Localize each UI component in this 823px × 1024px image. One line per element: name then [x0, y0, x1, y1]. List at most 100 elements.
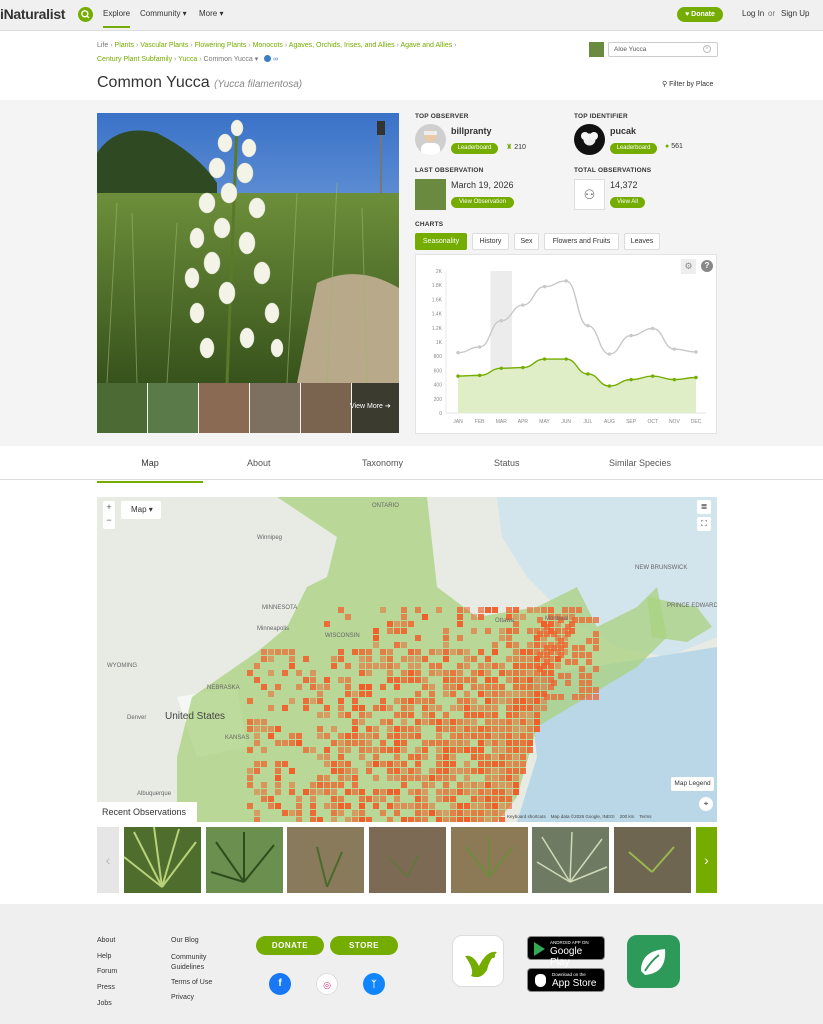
observation-cell — [478, 726, 484, 732]
top-observer-name[interactable]: billpranty — [451, 126, 492, 136]
crumb-monocots[interactable]: Monocots — [253, 42, 283, 49]
observation-cell — [492, 810, 498, 816]
recent-obs-7[interactable] — [614, 827, 691, 893]
observation-cell — [506, 698, 512, 704]
carousel-next-button[interactable]: › — [696, 827, 717, 893]
filter-by-place[interactable]: ⚲ Filter by Place — [662, 80, 713, 88]
observation-cell — [275, 789, 281, 795]
tab-seasonality[interactable]: Seasonality — [415, 233, 467, 250]
observation-cell — [352, 719, 358, 725]
search-icon[interactable] — [78, 7, 93, 22]
facebook-icon[interactable]: f — [269, 973, 291, 995]
observation-map[interactable]: Winnipeg Minneapolis Denver United State… — [97, 497, 717, 822]
observation-cell — [464, 719, 470, 725]
link-icon[interactable]: ∞ — [273, 56, 278, 63]
footer-guidelines[interactable]: Community Guidelines — [171, 953, 221, 973]
info-circle-icon[interactable] — [264, 55, 272, 62]
donate-button[interactable]: ♥ Donate — [677, 7, 723, 22]
recent-obs-1[interactable] — [124, 827, 201, 893]
footer-terms[interactable]: Terms of Use — [171, 979, 212, 986]
top-observer-avatar[interactable] — [415, 124, 446, 155]
view-all-button[interactable]: View All — [610, 197, 645, 208]
app-store-badge[interactable]: Download on the App Store — [527, 968, 605, 992]
observation-cell — [338, 740, 344, 746]
crumb-vascular-plants[interactable]: Vascular Plants — [140, 42, 188, 49]
map-legend-button[interactable]: Map Legend — [671, 777, 714, 791]
observation-cell — [345, 803, 351, 809]
label-new-brunswick: NEW BRUNSWICK — [635, 565, 687, 571]
inaturalist-app-icon[interactable] — [452, 935, 504, 987]
crumb-century-plant[interactable]: Century Plant Subfamily — [97, 56, 172, 63]
footer-help[interactable]: Help — [97, 953, 111, 960]
top-identifier-name[interactable]: pucak — [610, 126, 636, 136]
view-more-photos[interactable]: View More ➔ — [350, 402, 391, 410]
footer-jobs[interactable]: Jobs — [97, 1000, 112, 1007]
observation-cell — [387, 747, 393, 753]
signup-link[interactable]: Sign Up — [781, 9, 809, 18]
footer-donate-button[interactable]: DONATE — [256, 936, 324, 955]
observation-cell — [506, 740, 512, 746]
recent-obs-5[interactable] — [451, 827, 528, 893]
locate-icon[interactable]: ⌖ — [699, 797, 713, 811]
recent-obs-6[interactable] — [532, 827, 609, 893]
tab-similar-species[interactable]: Similar Species — [609, 458, 671, 468]
crumb-flowering-plants[interactable]: Flowering Plants — [195, 42, 247, 49]
taxon-search-input[interactable]: Aloe Yucca — [608, 42, 718, 57]
footer-store-button[interactable]: STORE — [330, 936, 398, 955]
tab-map[interactable]: Map — [97, 458, 203, 483]
observation-cell — [492, 663, 498, 669]
fullscreen-icon[interactable]: ⛶ — [697, 517, 711, 531]
tab-taxonomy[interactable]: Taxonomy — [362, 458, 403, 468]
footer-about[interactable]: About — [97, 937, 115, 944]
observation-cell — [492, 607, 498, 613]
google-play-badge[interactable]: ANDROID APP ON Google Play — [527, 936, 605, 968]
observation-cell — [387, 663, 393, 669]
observation-cell — [254, 733, 260, 739]
crumb-agaves-orchids[interactable]: Agaves, Orchids, Irises, and Allies — [289, 42, 395, 49]
nav-community[interactable]: Community ▾ — [140, 9, 187, 18]
zoom-control[interactable]: + − — [103, 501, 115, 529]
observer-leaderboard-button[interactable]: Leaderboard — [451, 143, 498, 154]
crumb-yucca[interactable]: Yucca — [178, 56, 197, 63]
tab-leaves[interactable]: Leaves — [624, 233, 660, 250]
tab-history[interactable]: History — [472, 233, 509, 250]
observation-cell — [380, 747, 386, 753]
observation-cell — [317, 754, 323, 760]
inaturalist-logo[interactable]: iNaturalist — [0, 6, 65, 22]
top-identifier-avatar[interactable] — [574, 124, 605, 155]
clear-search-icon[interactable]: × — [703, 45, 711, 53]
observation-cell — [457, 670, 463, 676]
recent-obs-2[interactable] — [206, 827, 283, 893]
recent-obs-3[interactable] — [287, 827, 364, 893]
carousel-prev-button[interactable]: ‹ — [97, 827, 119, 893]
crumb-common-yucca[interactable]: Common Yucca ▾ — [204, 56, 259, 63]
footer-blog[interactable]: Our Blog — [171, 937, 199, 944]
main-photo[interactable] — [97, 113, 399, 433]
observation-cell — [457, 649, 463, 655]
crumb-agave-allies[interactable]: Agave and Allies — [400, 42, 452, 49]
footer-privacy[interactable]: Privacy — [171, 994, 194, 1001]
footer-press[interactable]: Press — [97, 984, 115, 991]
observation-cell — [471, 719, 477, 725]
nav-explore[interactable]: Explore — [103, 9, 131, 28]
crumb-life[interactable]: Life — [97, 42, 108, 49]
nav-more[interactable]: More ▾ — [199, 9, 223, 18]
view-observation-button[interactable]: View Observation — [451, 197, 514, 208]
login-link[interactable]: Log In — [742, 9, 764, 18]
tab-sex[interactable]: Sex — [514, 233, 539, 250]
recent-obs-4[interactable] — [369, 827, 446, 893]
tab-status[interactable]: Status — [494, 458, 520, 468]
layers-icon[interactable]: ≣ — [697, 500, 711, 514]
identifier-leaderboard-button[interactable]: Leaderboard — [610, 143, 657, 154]
seek-app-icon[interactable] — [627, 935, 680, 988]
bluesky-icon[interactable]: ᛉ — [363, 973, 385, 995]
instagram-icon[interactable]: ◎ — [316, 973, 338, 995]
map-type-select[interactable]: Map ▾ — [121, 501, 161, 519]
observation-cell — [394, 642, 400, 648]
last-observation-thumb[interactable] — [415, 179, 446, 210]
tab-about[interactable]: About — [247, 458, 271, 468]
crumb-plants[interactable]: Plants — [115, 42, 134, 49]
footer-forum[interactable]: Forum — [97, 968, 117, 975]
tab-flowers-fruits[interactable]: Flowers and Fruits — [544, 233, 619, 250]
observation-cell — [247, 726, 253, 732]
